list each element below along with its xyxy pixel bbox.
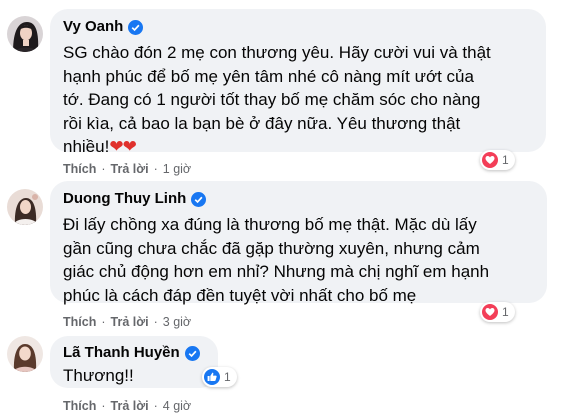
comment-bubble: Duong Thuy Linh Đi lấy chồng xa đúng là … <box>50 181 547 305</box>
heart-emoji: ❤❤ <box>109 137 136 156</box>
reply-link[interactable]: Trả lời <box>111 162 149 176</box>
like-reaction-icon <box>204 369 220 385</box>
reaction-count[interactable]: 1 <box>480 150 515 170</box>
comment-text: SG chào đón 2 mẹ con thương yêu. Hãy cườ… <box>63 43 491 156</box>
comment-bubble: Vy Oanh SG chào đón 2 mẹ con thương yêu.… <box>50 9 546 156</box>
comment-bubble: Lã Thanh Huyền Thương!! <box>50 336 218 388</box>
like-link[interactable]: Thích <box>63 399 96 413</box>
heart-reaction-icon <box>482 152 498 168</box>
like-link[interactable]: Thích <box>63 315 96 329</box>
verified-badge-icon <box>128 19 144 35</box>
avatar[interactable] <box>7 189 43 225</box>
like-link[interactable]: Thích <box>63 162 96 176</box>
avatar[interactable] <box>7 16 43 52</box>
verified-badge-icon <box>191 191 207 207</box>
comment-text: Thương!! <box>63 366 134 385</box>
timestamp[interactable]: 4 giờ <box>163 399 191 413</box>
comment-author[interactable]: Duong Thuy Linh <box>63 190 186 208</box>
heart-reaction-icon <box>482 304 498 320</box>
comment-author[interactable]: Lã Thanh Huyền <box>63 344 180 362</box>
reaction-count[interactable]: 1 <box>480 302 515 322</box>
comment-author[interactable]: Vy Oanh <box>63 18 123 36</box>
timestamp[interactable]: 3 giờ <box>163 315 191 329</box>
comment-actions: Thích · Trả lời · 3 giờ <box>63 315 192 329</box>
reaction-count[interactable]: 1 <box>202 367 237 387</box>
comment-actions: Thích · Trả lời · 1 giờ <box>63 162 192 176</box>
timestamp[interactable]: 1 giờ <box>163 162 191 176</box>
avatar[interactable] <box>7 336 43 372</box>
reply-link[interactable]: Trả lời <box>111 399 149 413</box>
reply-link[interactable]: Trả lời <box>111 315 149 329</box>
verified-badge-icon <box>184 345 200 361</box>
comment-actions: Thích · Trả lời · 4 giờ <box>63 399 192 413</box>
comment-text: Đi lấy chồng xa đúng là thương bố mẹ thậ… <box>63 215 490 305</box>
